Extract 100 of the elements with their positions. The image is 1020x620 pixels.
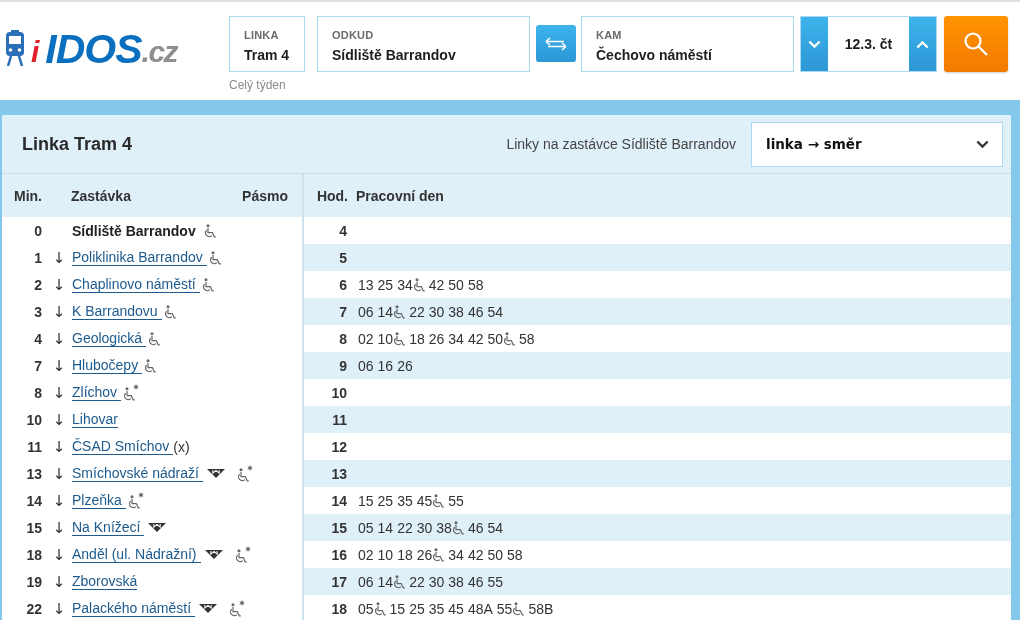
- departure-time: 14: [377, 573, 394, 590]
- departure-time: 45: [448, 600, 464, 617]
- chevron-down-icon: [976, 139, 989, 149]
- line-field[interactable]: LINKA Tram 4: [229, 16, 305, 72]
- hour-cell-text: 8: [338, 330, 348, 347]
- field-label: KAM: [596, 29, 623, 41]
- departure-time: 38: [448, 573, 464, 590]
- hour-cell-text: 9: [338, 357, 348, 374]
- minute-cell-text: 3: [33, 303, 42, 320]
- direction-arrow: ↓: [52, 275, 66, 294]
- departure-time: 05: [358, 519, 374, 536]
- departure-time: 50: [487, 330, 504, 347]
- departure-time: 18: [409, 330, 425, 347]
- hour-cell-text: 11: [331, 411, 348, 428]
- stop-link[interactable]: Chaplinovo náměstí: [72, 276, 200, 293]
- departure-time: 14: [377, 519, 394, 536]
- minute-cell-text: 2: [33, 276, 42, 293]
- from-field[interactable]: ODKUD Sídliště Barrandov: [317, 16, 530, 72]
- departure-time: 26: [428, 330, 445, 347]
- stop-link[interactable]: Lihovar: [72, 411, 118, 428]
- stop-link[interactable]: Smíchovské nádraží: [72, 465, 203, 482]
- departure-time: 55: [496, 600, 513, 617]
- swap-button[interactable]: [536, 25, 576, 62]
- column-header: Pracovní den: [355, 187, 444, 204]
- hour-cell-text: 18: [330, 600, 348, 617]
- to-field[interactable]: KAM Čechovo náměstí: [581, 16, 794, 72]
- stop-link[interactable]: Plzeňka: [72, 492, 126, 509]
- minute-cell-text: 0: [33, 222, 42, 239]
- stop-link[interactable]: K Barrandovu: [72, 303, 162, 320]
- stop-link[interactable]: Hlubočepy: [72, 357, 143, 374]
- departure-time: 06: [358, 303, 374, 320]
- departure-time: 22: [409, 573, 425, 590]
- departure-time: 45: [416, 492, 433, 509]
- direction-arrow: ↓: [52, 518, 66, 537]
- departure-time: 42: [467, 546, 484, 563]
- stop-link[interactable]: Palackého náměstí: [72, 600, 196, 617]
- minute-cell-text: 19: [25, 573, 42, 590]
- departure-time: 06: [358, 357, 374, 374]
- stop-link[interactable]: Geologická: [72, 330, 147, 347]
- minute-cell-text: 14: [25, 492, 42, 509]
- departure-time: 38: [436, 519, 452, 536]
- field-note: Celý týden: [229, 78, 286, 92]
- field-label: LINKA: [244, 29, 280, 41]
- departure-time: 34: [448, 546, 464, 563]
- column-header: Pásmo: [242, 187, 289, 204]
- departure-time: 58: [507, 546, 523, 563]
- stops-label: Linky na zastávce Sídliště Barrandov: [506, 136, 736, 152]
- departure-time: 06: [358, 573, 374, 590]
- swap-icon: [544, 36, 568, 51]
- departure-time: 46: [467, 519, 484, 536]
- minute-cell-text: 15: [25, 519, 42, 536]
- departure-time: 35: [428, 600, 445, 617]
- search-button[interactable]: [944, 16, 1008, 72]
- minute-cell-text: 8: [33, 384, 42, 401]
- departure-time: 48A: [467, 600, 493, 617]
- departure-time: 55: [448, 492, 464, 509]
- view-select[interactable]: linka → směr: [751, 121, 1003, 167]
- logo-link[interactable]: iIDOS.cz: [5, 28, 178, 66]
- direction-arrow: ↓: [52, 248, 66, 267]
- stop-link[interactable]: Na Knížecí: [72, 519, 145, 536]
- minute-cell-text: 22: [25, 600, 42, 617]
- departure-time: 15: [358, 492, 374, 509]
- departure-time: 42: [428, 276, 445, 293]
- departure-time: 50: [448, 276, 464, 293]
- stop-link[interactable]: ČSAD Smíchov: [72, 438, 174, 455]
- departure-time: 38: [448, 303, 464, 320]
- departure-time: 13: [358, 276, 374, 293]
- departure-time: 25: [377, 276, 394, 293]
- stop-link[interactable]: Anděl (ul. Nádražní): [72, 546, 201, 563]
- minute-cell-text: 13: [25, 465, 42, 482]
- column-header: Hod.: [315, 187, 348, 204]
- train-icon: [5, 30, 25, 66]
- hour-cell-text: 7: [338, 303, 348, 320]
- minute-cell-text: 10: [25, 411, 42, 428]
- direction-arrow: ↓: [52, 599, 66, 618]
- departure-time: 25: [409, 600, 425, 617]
- departure-time: 34: [448, 330, 464, 347]
- direction-arrow: ↓: [52, 545, 66, 564]
- direction-arrow: ↓: [52, 302, 66, 321]
- departure-time: 25: [377, 492, 394, 509]
- hour-cell-text: 10: [330, 384, 348, 401]
- minute-cell-text: 7: [33, 357, 42, 374]
- departure-time: 30: [428, 303, 445, 320]
- column-header: Zastávka: [71, 187, 132, 204]
- departure-time: 22: [409, 303, 425, 320]
- stop-link[interactable]: Poliklinika Barrandov: [72, 249, 207, 266]
- hour-cell-text: 6: [338, 276, 348, 293]
- departure-time: 46: [467, 303, 484, 320]
- departure-time: 05: [358, 600, 374, 617]
- departure-time: 54: [487, 303, 504, 320]
- stop-link[interactable]: Zlíchov: [72, 384, 122, 401]
- hour-cell-text: 5: [338, 249, 348, 266]
- departure-time: 02: [358, 546, 374, 563]
- search-icon: [963, 31, 989, 57]
- departure-time: 30: [428, 573, 445, 590]
- panel-title: Linka Tram 4: [22, 133, 134, 155]
- hour-cell-text: 13: [330, 465, 348, 482]
- stop-link[interactable]: Zborovská: [72, 573, 138, 590]
- field-label: ODKUD: [332, 29, 375, 41]
- direction-arrow: ↓: [52, 437, 66, 456]
